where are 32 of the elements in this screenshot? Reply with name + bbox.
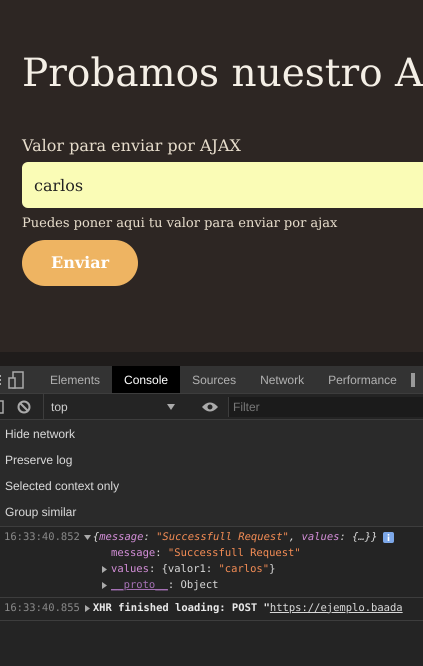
disclosure-triangle-icon[interactable] [101, 566, 108, 574]
device-toolbar-icon[interactable] [8, 370, 24, 388]
devtools-tab[interactable]: Elements [38, 366, 112, 393]
devtools-tab[interactable]: Sources [180, 366, 248, 393]
timestamp: 16:33:40.852 [4, 530, 80, 545]
field-label: Valor para enviar por AJAX [22, 135, 242, 157]
eye-icon[interactable] [201, 400, 219, 412]
devtools-tab[interactable]: Network [248, 366, 316, 393]
devtools-tab[interactable]: Performance [316, 366, 409, 393]
sidebar-icon[interactable] [0, 400, 4, 414]
url-link[interactable]: https://ejemplo.baada [270, 600, 403, 616]
console-setting[interactable]: Preserve log [0, 447, 423, 473]
console-setting[interactable]: Hide network [0, 421, 423, 447]
disclosure-triangle-icon[interactable] [84, 605, 91, 612]
text-input[interactable]: carlos [22, 162, 423, 208]
clear-icon[interactable] [17, 400, 31, 414]
help-text: Puedes poner aqui tu valor para enviar por ajax [22, 215, 338, 233]
timestamp: 16:33:40.855 [4, 600, 80, 616]
devtools-tab[interactable]: Console [112, 366, 180, 393]
object-summary[interactable]: {message: "Successfull Request", values: {…}} [92, 530, 378, 546]
dropdown-arrow-icon [167, 404, 175, 410]
console-setting[interactable]: Group similar [0, 499, 423, 525]
property-entry[interactable]: __proto__: Object [111, 578, 218, 594]
more-tabs-icon[interactable] [410, 372, 415, 386]
disclosure-triangle-icon[interactable] [101, 582, 108, 590]
property-entry[interactable]: message: "Successfull Request" [111, 546, 301, 562]
info-icon[interactable] [383, 532, 394, 544]
log-message: XHR finished loading: POST " [92, 600, 270, 616]
property-entry[interactable]: values: {valor1: "carlos"} [111, 562, 276, 578]
console-setting[interactable]: Selected context only [0, 473, 423, 499]
filter-field[interactable]: Filter [228, 396, 423, 416]
disclosure-triangle-icon[interactable] [84, 534, 91, 542]
